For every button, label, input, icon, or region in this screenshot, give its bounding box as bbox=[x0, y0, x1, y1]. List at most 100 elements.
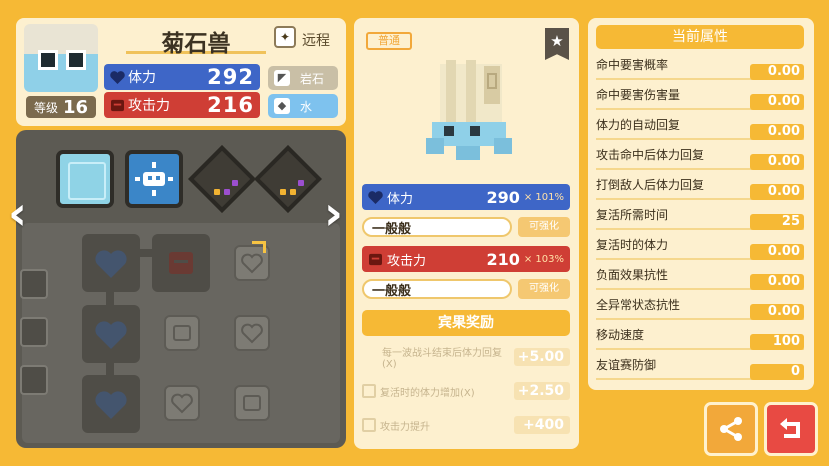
attributes-title: 当前属性 bbox=[596, 25, 804, 49]
grid-slot-hp-3[interactable] bbox=[82, 375, 140, 433]
bonus-value-2: +2.50 bbox=[514, 382, 570, 400]
fist-icon bbox=[243, 395, 261, 411]
attack-stat: 攻击力 216 bbox=[104, 92, 260, 118]
grid-slot-hp-2[interactable] bbox=[82, 305, 140, 363]
hp-value: 292 bbox=[207, 65, 254, 89]
attribute-value: 0.00 bbox=[750, 124, 804, 140]
attribute-value: 0.00 bbox=[750, 274, 804, 290]
locked-slot-1[interactable] bbox=[188, 145, 256, 213]
attack-potential-row: 一般般 可强化 bbox=[362, 278, 570, 300]
type-rock-label: 岩石 bbox=[300, 71, 325, 86]
grid-slot-5[interactable] bbox=[164, 315, 200, 351]
attribute-value: 0.00 bbox=[750, 304, 804, 320]
locked-slot-2[interactable] bbox=[254, 145, 322, 213]
side-tab-1[interactable] bbox=[20, 269, 48, 299]
grid-slot-atk-1[interactable] bbox=[152, 234, 210, 292]
level-value: 16 bbox=[62, 96, 88, 118]
heart-icon bbox=[368, 190, 383, 204]
attribute-name: 命中要害伤害量 bbox=[596, 88, 681, 102]
attribute-value: 0.00 bbox=[750, 64, 804, 80]
attribute-value: 100 bbox=[750, 334, 804, 350]
bonus-text-3: 攻击力提升 bbox=[380, 421, 430, 433]
attribute-value: 0.00 bbox=[750, 184, 804, 200]
attribute-value: 0 bbox=[750, 364, 804, 380]
attribute-name: 体力的自动回复 bbox=[596, 118, 681, 132]
hp-potential-row: 一般般 可强化 bbox=[362, 216, 570, 238]
detail-attack-multiplier: × 103% bbox=[523, 253, 564, 265]
heart-icon bbox=[171, 393, 193, 414]
bonus-value-3: +400 bbox=[514, 416, 570, 434]
detail-hp-bar: 体力 290 × 101% bbox=[362, 184, 570, 210]
attribute-row: 复活时的体力 0.00 bbox=[596, 234, 804, 262]
attribute-row: 负面效果抗性 0.00 bbox=[596, 264, 804, 292]
rock-type-icon: ◤ bbox=[274, 70, 290, 86]
grid-slot-hp-1[interactable] bbox=[82, 234, 140, 292]
return-icon bbox=[780, 418, 800, 438]
power-stone-slots bbox=[22, 143, 337, 217]
detail-hp-label: 体力 bbox=[387, 191, 414, 207]
attribute-name: 友谊赛防御 bbox=[596, 358, 657, 372]
hp-enhance-button[interactable]: 可强化 bbox=[518, 217, 570, 237]
share-icon bbox=[720, 417, 742, 441]
detail-attack-bar: 攻击力 210 × 103% bbox=[362, 246, 570, 272]
stone-grid bbox=[20, 223, 340, 443]
bonus-text-2: 复活时的体力增加(X) bbox=[380, 387, 475, 399]
type-water-label: 水 bbox=[300, 99, 313, 114]
next-arrow-icon[interactable]: › bbox=[324, 186, 343, 240]
attribute-name: 攻击命中后体力回复 bbox=[596, 148, 705, 162]
hp-potential-label: 一般般 bbox=[362, 217, 512, 237]
level-badge: 等级 16 bbox=[26, 96, 96, 118]
bonus-row-1: 每一波战斗结束后体力回复(X) +5.00 bbox=[362, 346, 570, 370]
ranged-icon: ✦ bbox=[274, 26, 296, 48]
attribute-row: 复活所需时间 25 bbox=[596, 204, 804, 232]
attack-potential-label: 一般般 bbox=[362, 279, 512, 299]
side-tab-3[interactable] bbox=[20, 365, 48, 395]
fist-icon bbox=[369, 253, 382, 265]
attack-enhance-button[interactable]: 可强化 bbox=[518, 279, 570, 299]
attribute-name: 打倒敌人后体力回复 bbox=[596, 178, 705, 192]
portrait-eye-right bbox=[66, 50, 86, 70]
fist-icon bbox=[111, 99, 124, 111]
heart-icon bbox=[110, 70, 125, 84]
attribute-row: 命中要害伤害量 0.00 bbox=[596, 84, 804, 112]
attribute-value: 25 bbox=[750, 214, 804, 230]
attribute-name: 复活所需时间 bbox=[596, 208, 669, 222]
bonus-row-3: 攻击力提升 +400 bbox=[362, 414, 570, 436]
hp-label: 体力 bbox=[128, 70, 156, 86]
bonus-check-icon bbox=[362, 418, 376, 432]
hp-stat: 体力 292 bbox=[104, 64, 260, 90]
bonus-check-icon bbox=[362, 384, 376, 398]
heart-icon bbox=[241, 323, 263, 344]
portrait-eye-left bbox=[38, 50, 58, 70]
attribute-name: 全异常状态抗性 bbox=[596, 298, 681, 312]
attribute-row: 体力的自动回复 0.00 bbox=[596, 114, 804, 142]
pokemon-portrait[interactable] bbox=[24, 24, 98, 92]
attribute-value: 0.00 bbox=[750, 244, 804, 260]
side-tab-2[interactable] bbox=[20, 317, 48, 347]
prev-arrow-icon[interactable]: ‹ bbox=[8, 186, 27, 240]
attribute-row: 移动速度 100 bbox=[596, 324, 804, 352]
detail-hp-multiplier: × 101% bbox=[523, 191, 564, 203]
stone-slot-1[interactable] bbox=[56, 150, 114, 208]
bingo-bonus-title: 宾果奖励 bbox=[362, 310, 570, 336]
attribute-row: 友谊赛防御 0 bbox=[596, 354, 804, 382]
attack-value: 216 bbox=[207, 93, 254, 117]
grid-slot-8[interactable] bbox=[164, 385, 200, 421]
attribute-name: 移动速度 bbox=[596, 328, 645, 342]
type-rock-chip: ◤ 岩石 bbox=[268, 66, 338, 90]
back-button[interactable] bbox=[764, 402, 818, 456]
heart-icon bbox=[95, 391, 127, 419]
stone-slot-2[interactable] bbox=[125, 150, 183, 208]
heart-icon bbox=[95, 321, 127, 349]
attribute-row: 打倒敌人后体力回复 0.00 bbox=[596, 174, 804, 202]
bonus-text-1: 每一波战斗结束后体力回复(X) bbox=[382, 348, 502, 370]
grid-slot-9[interactable] bbox=[234, 385, 270, 421]
grid-slot-6[interactable] bbox=[234, 315, 270, 351]
share-button[interactable] bbox=[704, 402, 758, 456]
attribute-row: 命中要害概率 0.00 bbox=[596, 54, 804, 82]
fist-icon bbox=[169, 252, 193, 274]
heart-icon bbox=[95, 250, 127, 278]
cursor-marker bbox=[252, 241, 266, 253]
attribute-name: 负面效果抗性 bbox=[596, 268, 669, 282]
level-label: 等级 bbox=[34, 100, 59, 115]
